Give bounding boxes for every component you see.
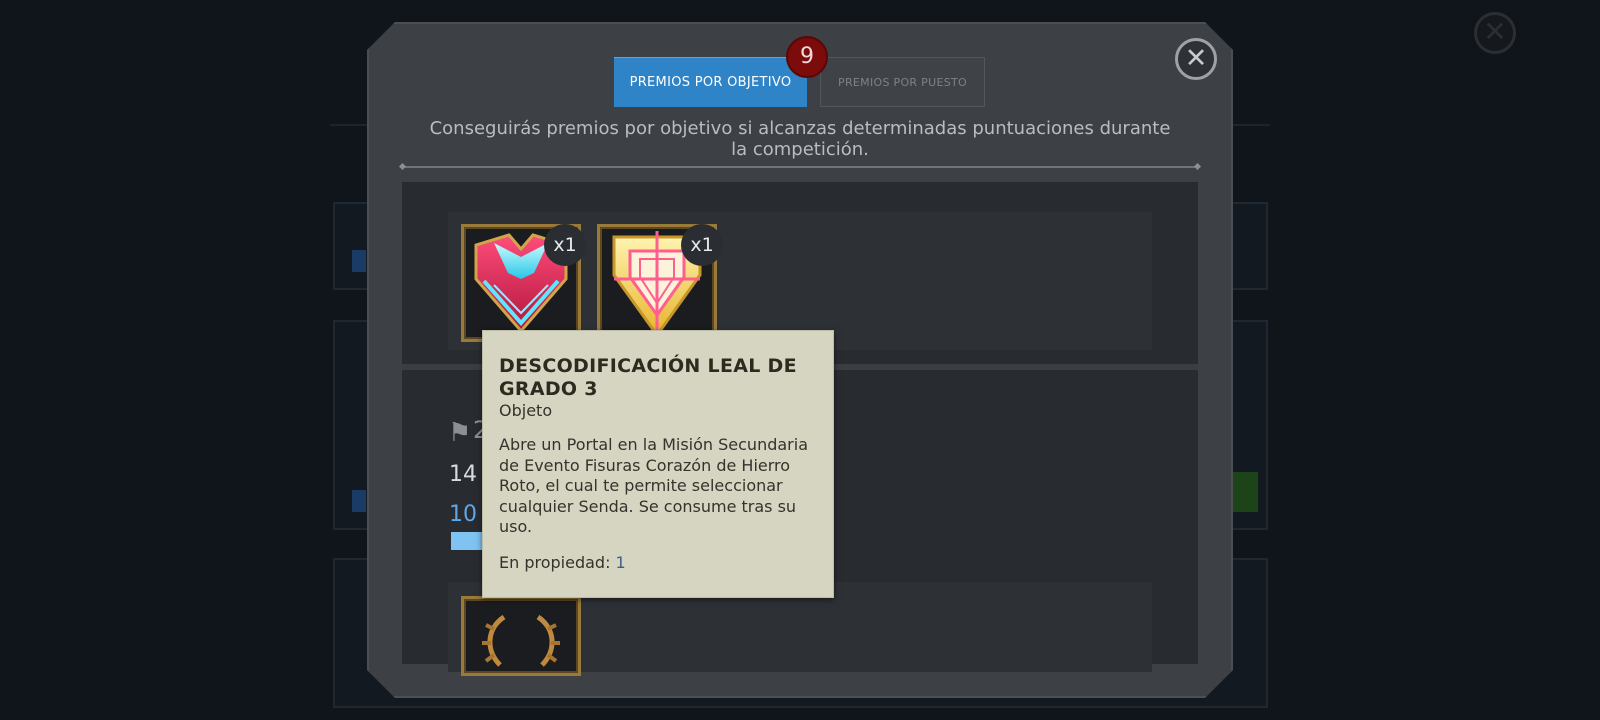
milestone-score: 14 bbox=[449, 462, 477, 487]
quantity-badge: x1 bbox=[681, 224, 723, 266]
background-marker bbox=[352, 250, 366, 272]
quantity-badge: x1 bbox=[544, 224, 586, 266]
reward-item-laurel[interactable] bbox=[461, 596, 581, 676]
tooltip-type: Objeto bbox=[499, 401, 553, 420]
flag-icon: ⚑ bbox=[448, 418, 472, 448]
notification-badge: 9 bbox=[786, 36, 828, 78]
close-icon[interactable]: ✕ bbox=[1175, 38, 1217, 80]
background-close-icon: ✕ bbox=[1474, 12, 1516, 54]
tooltip-description: Abre un Portal en la Misión Secundaria d… bbox=[499, 435, 808, 536]
background-marker bbox=[352, 490, 366, 512]
owned-value: 1 bbox=[615, 553, 626, 572]
rewards-description: Conseguirás premios por objetivo si alca… bbox=[429, 118, 1171, 160]
item-tooltip: DESCODIFICACIÓN LEAL DE GRADO 3 Objeto A… bbox=[482, 330, 834, 598]
tooltip-owned: En propiedad: 1 bbox=[499, 553, 626, 572]
background-green-button bbox=[1232, 472, 1258, 512]
milestone-points: 10 bbox=[449, 502, 477, 527]
divider bbox=[402, 166, 1198, 168]
owned-label: En propiedad: bbox=[499, 553, 616, 572]
tab-rank-rewards[interactable]: PREMIOS POR PUESTO bbox=[820, 57, 985, 107]
tab-objective-rewards[interactable]: PREMIOS POR OBJETIVO bbox=[614, 57, 807, 107]
laurel-wreath-icon bbox=[482, 614, 560, 667]
tooltip-title: DESCODIFICACIÓN LEAL DE GRADO 3 bbox=[499, 355, 797, 400]
